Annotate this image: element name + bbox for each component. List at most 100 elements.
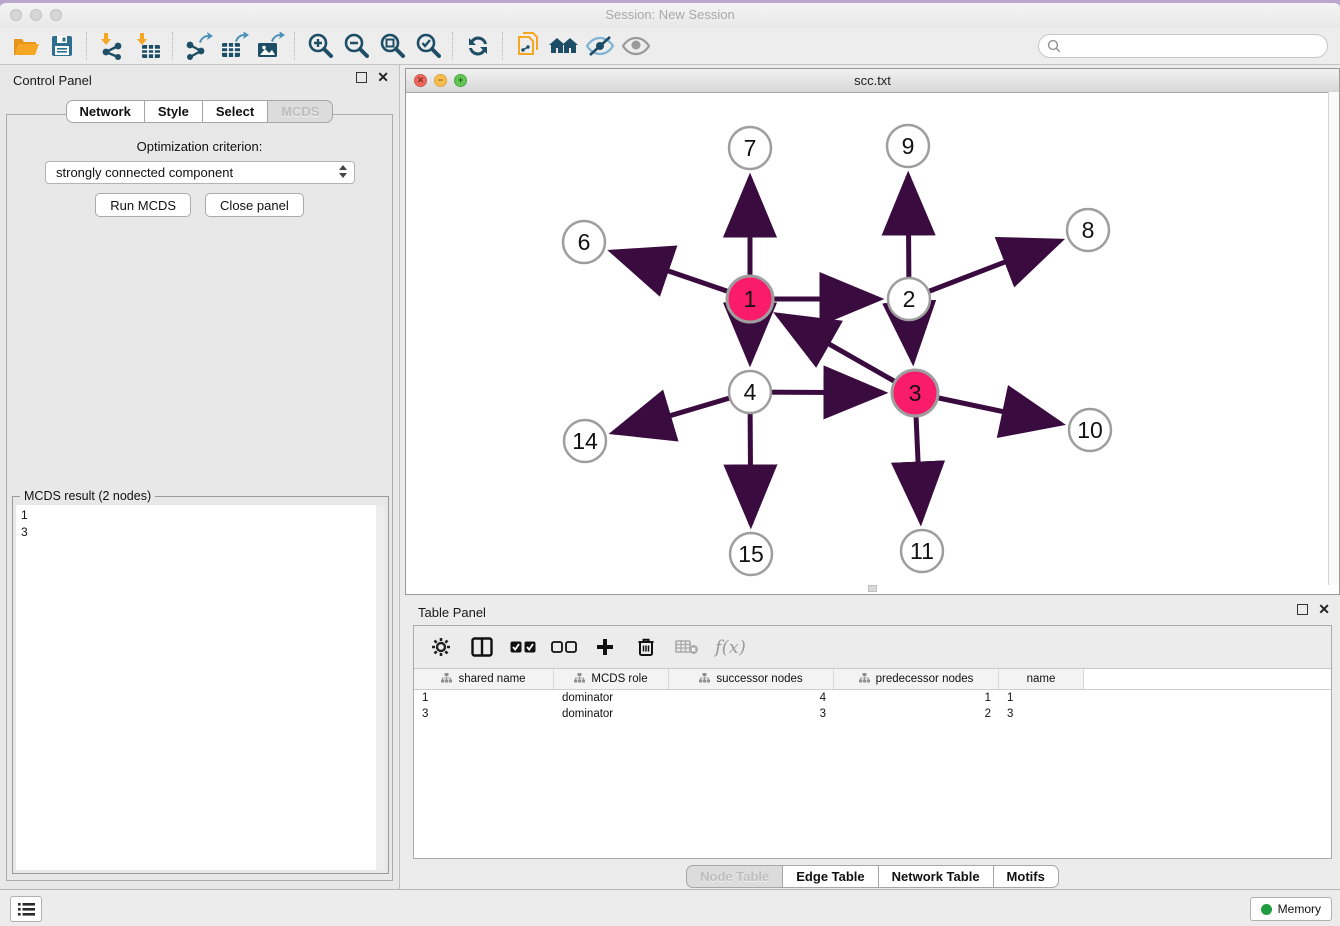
table-toolbar: f(x) xyxy=(414,626,1331,668)
node-table[interactable]: shared name MCDS role successor nodes prede… xyxy=(414,668,1331,858)
table-row[interactable]: 3dominator323 xyxy=(414,706,1331,722)
export-network-icon[interactable] xyxy=(180,31,216,61)
table-cell[interactable]: 1 xyxy=(834,692,999,704)
network-window: ✕ − + scc.txt 7968124314101511 xyxy=(405,68,1340,595)
run-mcds-button[interactable]: Run MCDS xyxy=(95,193,191,217)
table-cell[interactable]: 2 xyxy=(834,708,999,720)
memory-label: Memory xyxy=(1278,902,1321,916)
graph-node-label: 8 xyxy=(1082,217,1095,243)
network-graph[interactable]: 7968124314101511 xyxy=(406,92,1329,585)
toolbar-separator xyxy=(502,32,504,60)
table-cell[interactable]: 1 xyxy=(999,692,1084,704)
zoom-selected-icon[interactable] xyxy=(410,31,446,61)
memory-button[interactable]: Memory xyxy=(1250,897,1332,921)
optimization-select[interactable]: strongly connected component xyxy=(45,161,355,184)
column-header-successor-nodes[interactable]: successor nodes xyxy=(669,669,834,689)
tab-edge-table[interactable]: Edge Table xyxy=(783,865,878,888)
tree-icon xyxy=(859,673,870,686)
zoom-out-icon[interactable] xyxy=(338,31,374,61)
column-header-predecessor-nodes[interactable]: predecessor nodes xyxy=(834,669,999,689)
delete-column-icon[interactable] xyxy=(633,634,659,660)
graph-node-label: 14 xyxy=(572,428,598,454)
column-label: successor nodes xyxy=(716,673,802,685)
table-cell[interactable]: 3 xyxy=(414,708,554,720)
import-network-icon[interactable] xyxy=(94,31,130,61)
main-toolbar xyxy=(0,28,1340,65)
tab-select[interactable]: Select xyxy=(203,100,268,123)
tab-style[interactable]: Style xyxy=(145,100,203,123)
function-builder-icon[interactable]: f(x) xyxy=(715,637,746,658)
tab-network-table[interactable]: Network Table xyxy=(879,865,994,888)
mcds-result-title: MCDS result (2 nodes) xyxy=(20,489,155,503)
network-canvas[interactable]: 7968124314101511 xyxy=(406,92,1329,585)
close-panel-button[interactable]: Close panel xyxy=(205,193,304,217)
tab-mcds[interactable]: MCDS xyxy=(268,100,333,123)
select-stepper-icon xyxy=(339,165,347,178)
copy-style-icon[interactable] xyxy=(510,31,546,61)
refresh-icon[interactable] xyxy=(460,31,496,61)
table-cell[interactable]: 1 xyxy=(414,692,554,704)
table-cell[interactable]: 3 xyxy=(999,708,1084,720)
import-table-icon[interactable] xyxy=(130,31,166,61)
mcds-result-text: 1 3 xyxy=(16,505,385,543)
graph-node-label: 2 xyxy=(903,286,916,312)
table-cell[interactable]: dominator xyxy=(554,692,669,704)
deselect-all-columns-icon[interactable] xyxy=(551,634,577,660)
result-scrollbar[interactable] xyxy=(376,505,385,870)
hide-eye-icon[interactable] xyxy=(582,31,618,61)
network-vertical-scrollbar[interactable] xyxy=(1328,92,1339,585)
split-columns-icon[interactable] xyxy=(469,634,495,660)
table-panel-title: Table Panel xyxy=(418,605,486,620)
column-label: shared name xyxy=(458,673,525,685)
column-label: predecessor nodes xyxy=(876,673,974,685)
control-panel-tabs: NetworkStyleSelectMCDS xyxy=(0,100,399,123)
zoom-fit-icon[interactable] xyxy=(374,31,410,61)
graph-node-label: 9 xyxy=(902,133,915,159)
task-history-button[interactable] xyxy=(10,896,42,922)
float-panel-icon[interactable] xyxy=(356,72,367,83)
table-row[interactable]: 1dominator411 xyxy=(414,690,1331,706)
home-layout-icon[interactable] xyxy=(546,31,582,61)
add-column-icon[interactable] xyxy=(592,634,618,660)
network-window-titlebar[interactable]: ✕ − + scc.txt xyxy=(406,69,1339,93)
network-resize-handle[interactable] xyxy=(868,585,877,592)
close-table-panel-icon[interactable]: ✕ xyxy=(1318,604,1330,615)
delete-table-icon[interactable] xyxy=(674,634,700,660)
table-cell[interactable]: dominator xyxy=(554,708,669,720)
optimization-label: Optimization criterion: xyxy=(0,139,399,154)
control-panel-title: Control Panel xyxy=(13,73,92,88)
graph-node-label: 3 xyxy=(909,380,922,406)
mcds-result-area[interactable]: 1 3 xyxy=(16,505,385,870)
table-settings-gear-icon[interactable] xyxy=(428,634,454,660)
table-panel-tabs: Node TableEdge TableNetwork TableMotifs xyxy=(405,865,1340,888)
window-title: Session: New Session xyxy=(0,7,1340,22)
toolbar-separator xyxy=(86,32,88,60)
search-field[interactable] xyxy=(1038,34,1328,58)
tree-icon xyxy=(699,673,710,686)
table-cell[interactable]: 4 xyxy=(669,692,834,704)
select-all-columns-icon[interactable] xyxy=(510,634,536,660)
tab-network[interactable]: Network xyxy=(66,100,145,123)
export-table-icon[interactable] xyxy=(216,31,252,61)
column-header-name[interactable]: name xyxy=(999,669,1084,689)
column-header-MCDS-role[interactable]: MCDS role xyxy=(554,669,669,689)
table-cell[interactable]: 3 xyxy=(669,708,834,720)
tab-motifs[interactable]: Motifs xyxy=(994,865,1059,888)
status-bar: Memory xyxy=(0,889,1340,926)
graph-edge-2-8[interactable] xyxy=(909,241,1060,299)
graph-node-label: 1 xyxy=(744,286,757,312)
float-table-panel-icon[interactable] xyxy=(1297,604,1308,615)
close-panel-icon[interactable]: ✕ xyxy=(377,72,389,83)
save-session-icon[interactable] xyxy=(44,31,80,61)
graph-node-label: 15 xyxy=(738,541,764,567)
zoom-in-icon[interactable] xyxy=(302,31,338,61)
tab-node-table[interactable]: Node Table xyxy=(686,865,783,888)
export-image-icon[interactable] xyxy=(252,31,288,61)
show-eye-icon[interactable] xyxy=(618,31,654,61)
column-header-shared-name[interactable]: shared name xyxy=(414,669,554,689)
mcds-result-group: MCDS result (2 nodes) 1 3 xyxy=(12,496,389,874)
search-input[interactable] xyxy=(1066,38,1319,54)
open-session-icon[interactable] xyxy=(8,31,44,61)
table-panel: Table Panel ✕ xyxy=(405,597,1340,893)
search-icon xyxy=(1047,39,1061,53)
